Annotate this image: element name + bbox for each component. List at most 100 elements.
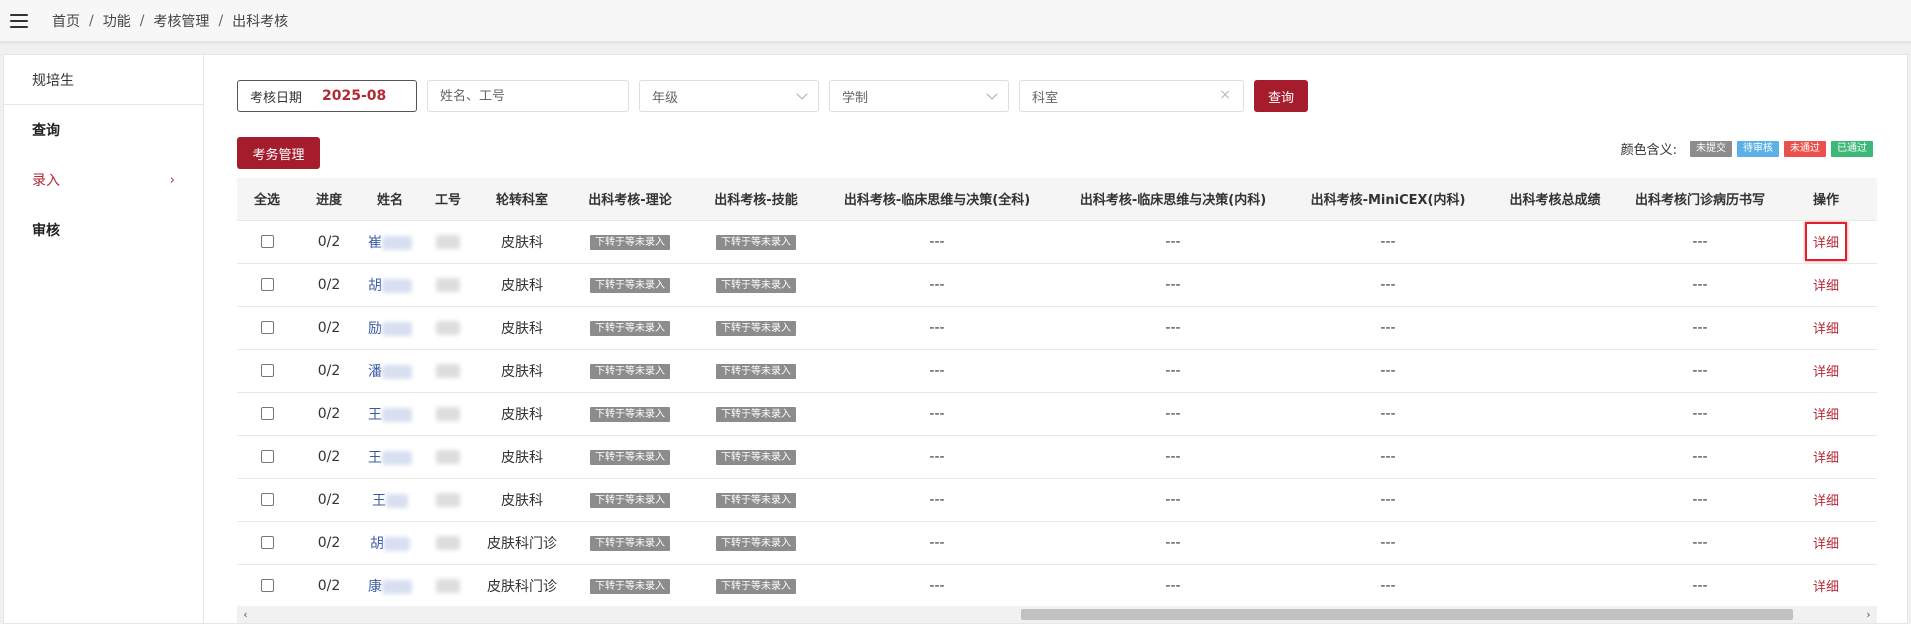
status-badge: 下转于等未录入 [590,235,670,250]
rotation-dept-cell: 皮肤科 [477,220,567,264]
detail-link[interactable]: 详细 [1813,322,1839,337]
row-checkbox[interactable] [260,364,274,377]
rotation-dept-cell: 皮肤科 [477,392,567,436]
name-cell: 胡 [361,263,419,307]
empty-score-cell: --- [1055,349,1291,393]
action-cell: 详细 [1775,263,1877,307]
theory-cell: 下转于等未录入 [567,306,693,350]
exam-date-picker[interactable]: 考核日期 2025-08 [237,80,417,112]
detail-link[interactable]: 详细 [1813,408,1839,423]
empty-score-cell: --- [1291,564,1485,608]
empty-score-cell: --- [819,220,1055,264]
color-legend: 颜色含义: 未提交 待审核 未通过 已通过 [1621,139,1873,158]
trainee-name[interactable]: 励 [368,321,382,337]
theory-cell: 下转于等未录入 [567,435,693,479]
row-checkbox[interactable] [260,321,274,334]
breadcrumb-exam-management[interactable]: 考核管理 [153,11,209,31]
detail-link[interactable]: 详细 [1813,451,1839,466]
outpatient-record-cell: --- [1625,306,1775,350]
column-header-progress: 进度 [297,178,361,221]
status-badge: 下转于等未录入 [590,364,670,379]
empty-value: --- [1380,276,1396,293]
top-bar: 首页 / 功能 / 考核管理 / 出科考核 [0,0,1911,42]
table-row: 0/2 胡 皮肤科 下转于等未录入 下转于等未录入 --- --- --- --- 详细 [237,263,1877,307]
row-checkbox[interactable] [260,278,274,291]
row-checkbox[interactable] [260,536,274,549]
column-header-rotation-dept: 轮转科室 [477,178,567,221]
department-select-value: 科室 [1032,90,1059,106]
sidebar-item-entry[interactable]: 录入 › [4,155,203,205]
empty-value: --- [1165,319,1181,336]
trainee-name[interactable]: 胡 [368,278,382,294]
name-cell: 胡 [361,521,419,565]
empty-value: --- [1165,577,1181,594]
detail-link[interactable]: 详细 [1813,236,1839,251]
query-button[interactable]: 查询 [1254,80,1308,112]
progress-value: 0/2 [317,276,341,293]
schooling-select[interactable]: 学制 [829,80,1009,112]
trainee-name[interactable]: 王 [372,493,386,509]
scrollbar-thumb[interactable] [1021,609,1793,620]
row-checkbox[interactable] [260,450,274,463]
outpatient-record-cell: --- [1625,435,1775,479]
redacted-staff-id [436,363,460,378]
status-badge: 下转于等未录入 [590,278,670,293]
column-header-select-all[interactable]: 全选 [237,178,297,221]
outpatient-record-cell: --- [1625,392,1775,436]
sidebar-item-query[interactable]: 查询 [4,105,203,155]
trainee-name[interactable]: 王 [368,450,382,466]
row-checkbox[interactable] [260,235,274,248]
detail-link[interactable]: 详细 [1813,494,1839,509]
status-badge: 下转于等未录入 [716,321,796,336]
select-cell [237,263,297,307]
horizontal-scrollbar[interactable]: ‹ › [237,606,1877,623]
chevron-down-icon [796,88,808,100]
breadcrumb-function[interactable]: 功能 [103,11,131,31]
trainee-name[interactable]: 崔 [368,235,382,251]
department-select[interactable]: 科室 × [1019,80,1244,112]
column-header-clinical-general: 出科考核-临床思维与决策(全科) [819,178,1055,221]
exam-table: 全选 进度 姓名 工号 轮转科室 出科考核-理论 出科考核-技能 出科考核-临床思维与决策(全… [237,178,1877,608]
name-search-field[interactable] [427,80,629,112]
status-badge: 下转于等未录入 [590,493,670,508]
name-search-input[interactable] [440,88,616,104]
detail-link[interactable]: 详细 [1813,279,1839,294]
clear-icon[interactable]: × [1219,87,1231,103]
detail-link[interactable]: 详细 [1813,537,1839,552]
empty-value: --- [929,362,945,379]
trainee-name[interactable]: 潘 [368,364,382,380]
sidebar-item-review[interactable]: 审核 [4,205,203,255]
status-badge: 下转于等未录入 [716,536,796,551]
row-checkbox[interactable] [260,493,274,506]
empty-score-cell: --- [1055,521,1291,565]
select-cell [237,435,297,479]
table-header-row: 全选 进度 姓名 工号 轮转科室 出科考核-理论 出科考核-技能 出科考核-临床思维与决策(全… [237,178,1877,221]
row-checkbox[interactable] [260,579,274,592]
redacted-name [382,407,412,422]
rotation-dept: 皮肤科门诊 [487,578,557,595]
detail-link[interactable]: 详细 [1813,365,1839,380]
breadcrumb-home[interactable]: 首页 [52,11,80,31]
action-cell: 详细 [1775,478,1877,522]
action-cell: 详细 [1775,435,1877,479]
scroll-left-icon[interactable]: ‹ [237,606,254,623]
exam-affairs-button[interactable]: 考务管理 [237,137,320,169]
trainee-name[interactable]: 康 [368,579,382,595]
scroll-right-icon[interactable]: › [1860,606,1877,623]
trainee-name[interactable]: 胡 [370,536,384,552]
empty-score-cell: --- [819,478,1055,522]
highlight-box: 详细 [1804,222,1847,261]
exam-date-value: 2025-08 [322,88,387,104]
trainee-name[interactable]: 王 [368,407,382,423]
total-score-cell [1485,435,1625,479]
empty-value: --- [1165,276,1181,293]
breadcrumb-separator: / [218,12,224,29]
rotation-dept: 皮肤科门诊 [487,535,557,552]
skill-cell: 下转于等未录入 [693,564,819,608]
row-checkbox[interactable] [260,407,274,420]
status-badge: 下转于等未录入 [716,450,796,465]
grade-select[interactable]: 年级 [639,80,819,112]
menu-icon[interactable] [0,0,38,42]
rotation-dept-cell: 皮肤科 [477,478,567,522]
detail-link[interactable]: 详细 [1813,580,1839,595]
